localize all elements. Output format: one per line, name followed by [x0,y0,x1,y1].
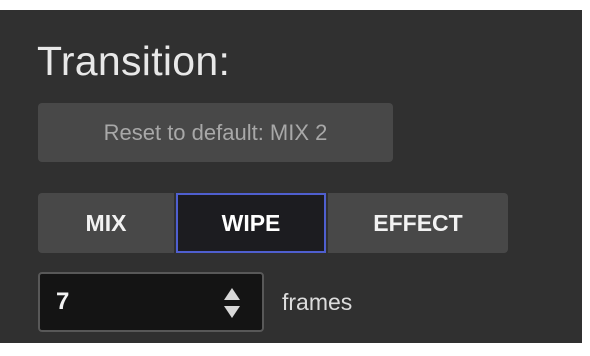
duration-value[interactable]: 7 [56,274,69,330]
panel-title: Transition: [37,38,231,84]
duration-unit-label: frames [282,289,353,315]
up-down-arrows-icon[interactable] [224,286,240,320]
transition-type-wipe-button[interactable]: WIPE [176,193,326,253]
duration-stepper[interactable]: 7 [38,272,264,332]
transition-type-effect-button[interactable]: EFFECT [328,193,508,253]
transition-panel: Transition: Reset to default: MIX 2 MIX … [0,10,582,343]
transition-type-selector: MIX WIPE EFFECT [38,193,508,253]
reset-to-default-button[interactable]: Reset to default: MIX 2 [38,103,393,162]
increment-arrow-icon[interactable] [224,288,240,300]
decrement-arrow-icon[interactable] [224,306,240,318]
transition-type-mix-button[interactable]: MIX [38,193,174,253]
